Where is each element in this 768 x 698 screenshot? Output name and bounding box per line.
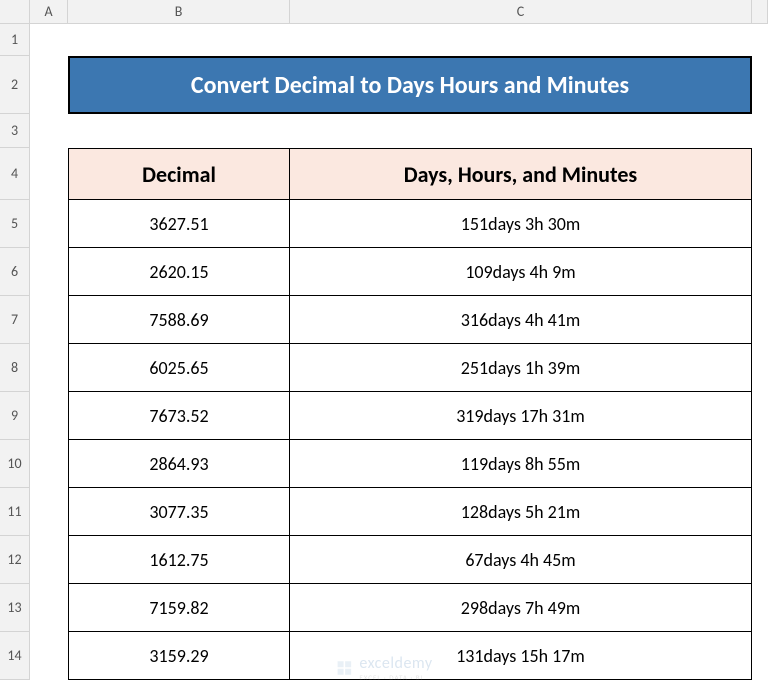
header-decimal[interactable]: Decimal [68,148,290,200]
cell-D14[interactable] [752,632,768,680]
row-header-13[interactable]: 13 [0,584,30,632]
cell-D1[interactable] [752,24,768,56]
cell-decimal[interactable]: 7673.52 [68,392,290,440]
row-header-14[interactable]: 14 [0,632,30,680]
col-header-C[interactable]: C [290,0,752,24]
row-header-6[interactable]: 6 [0,248,30,296]
col-header-B[interactable]: B [68,0,290,24]
cell-C3[interactable] [290,114,752,148]
cell-decimal[interactable]: 3077.35 [68,488,290,536]
cell-dhm[interactable]: 67days 4h 45m [290,536,752,584]
cell-dhm[interactable]: 131days 15h 17m [290,632,752,680]
cell-dhm[interactable]: 319days 17h 31m [290,392,752,440]
col-header-next[interactable] [752,0,768,24]
cell-decimal[interactable]: 7588.69 [68,296,290,344]
row-header-11[interactable]: 11 [0,488,30,536]
cell-A8[interactable] [30,344,68,392]
title-cell[interactable]: Convert Decimal to Days Hours and Minute… [68,56,752,114]
cell-decimal[interactable]: 6025.65 [68,344,290,392]
row-header-1[interactable]: 1 [0,24,30,56]
cell-A10[interactable] [30,440,68,488]
cell-dhm[interactable]: 316days 4h 41m [290,296,752,344]
cell-dhm[interactable]: 128days 5h 21m [290,488,752,536]
cell-D9[interactable] [752,392,768,440]
cell-dhm[interactable]: 119days 8h 55m [290,440,752,488]
cell-A13[interactable] [30,584,68,632]
cell-A7[interactable] [30,296,68,344]
cell-decimal[interactable]: 2864.93 [68,440,290,488]
cell-D3[interactable] [752,114,768,148]
cell-D4[interactable] [752,148,768,200]
row-header-10[interactable]: 10 [0,440,30,488]
row-header-3[interactable]: 3 [0,114,30,148]
cell-D6[interactable] [752,248,768,296]
cell-B1[interactable] [68,24,290,56]
cell-dhm[interactable]: 251days 1h 39m [290,344,752,392]
cell-A3[interactable] [30,114,68,148]
row-header-9[interactable]: 9 [0,392,30,440]
cell-dhm[interactable]: 109days 4h 9m [290,248,752,296]
cell-A12[interactable] [30,536,68,584]
cell-A5[interactable] [30,200,68,248]
cell-decimal[interactable]: 3159.29 [68,632,290,680]
select-all-cell[interactable] [0,0,30,24]
col-header-A[interactable]: A [30,0,68,24]
cell-C1[interactable] [290,24,752,56]
spreadsheet: A B C 1 2 Convert Decimal to Days Hours … [0,0,768,680]
cell-A14[interactable] [30,632,68,680]
cell-A9[interactable] [30,392,68,440]
cell-decimal[interactable]: 7159.82 [68,584,290,632]
cell-B3[interactable] [68,114,290,148]
cell-D13[interactable] [752,584,768,632]
cell-A1[interactable] [30,24,68,56]
cell-A2[interactable] [30,56,68,114]
cell-D5[interactable] [752,200,768,248]
row-header-4[interactable]: 4 [0,148,30,200]
grid: A B C 1 2 Convert Decimal to Days Hours … [0,0,768,680]
cell-A6[interactable] [30,248,68,296]
cell-A4[interactable] [30,148,68,200]
cell-dhm[interactable]: 151days 3h 30m [290,200,752,248]
cell-D10[interactable] [752,440,768,488]
row-header-12[interactable]: 12 [0,536,30,584]
header-dhm[interactable]: Days, Hours, and Minutes [290,148,752,200]
cell-A11[interactable] [30,488,68,536]
cell-decimal[interactable]: 1612.75 [68,536,290,584]
cell-D7[interactable] [752,296,768,344]
row-header-2[interactable]: 2 [0,56,30,114]
cell-decimal[interactable]: 3627.51 [68,200,290,248]
cell-D11[interactable] [752,488,768,536]
cell-D2[interactable] [752,56,768,114]
row-header-5[interactable]: 5 [0,200,30,248]
row-header-8[interactable]: 8 [0,344,30,392]
cell-D8[interactable] [752,344,768,392]
cell-decimal[interactable]: 2620.15 [68,248,290,296]
cell-dhm[interactable]: 298days 7h 49m [290,584,752,632]
row-header-7[interactable]: 7 [0,296,30,344]
cell-D12[interactable] [752,536,768,584]
